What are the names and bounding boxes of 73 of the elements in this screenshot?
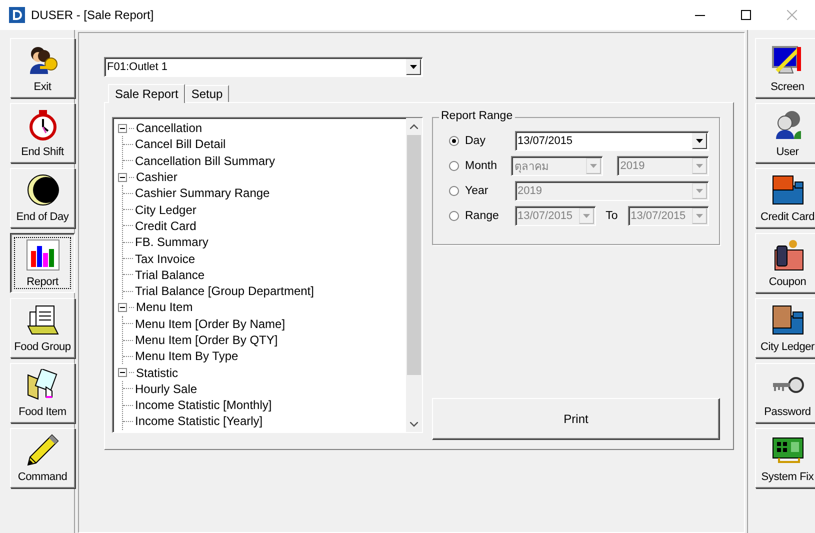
folder-photo-icon (770, 304, 804, 336)
toolbar-button[interactable]: End of Day (10, 168, 75, 228)
tree-item[interactable]: FB. Summary (135, 235, 208, 250)
caret-icon (696, 214, 703, 218)
group-title: Report Range (439, 110, 515, 122)
toolbar-button[interactable]: Screen (755, 38, 815, 98)
dropdown-field[interactable]: F01:Outlet 1 (104, 57, 423, 77)
window-title: DUSER - [Sale Report] (31, 8, 155, 22)
toolbar-button[interactable]: Command (10, 428, 75, 488)
tree-item[interactable]: Income Statistic [Yearly] (135, 414, 263, 428)
tab[interactable]: Sale Report (108, 84, 186, 103)
toolbar-button[interactable]: Food Item (10, 363, 75, 423)
collapse-icon[interactable] (118, 124, 127, 133)
tree-item[interactable]: Menu Item By Type (135, 349, 238, 364)
toolbar-button[interactable]: Credit Card (755, 168, 815, 228)
tree-item[interactable]: Cashier Summary Range (135, 186, 270, 200)
tree-item[interactable]: Hourly Sale (135, 382, 198, 396)
alarm-clock-icon (28, 109, 58, 141)
scrollbar[interactable] (406, 118, 422, 432)
tree-group-label[interactable]: Cancellation (136, 121, 202, 136)
toolbar-button[interactable]: Password (755, 363, 815, 423)
folder-card-icon (770, 174, 804, 206)
caret-icon (696, 139, 703, 143)
print-button[interactable]: Print (432, 398, 720, 440)
caret-icon (696, 164, 703, 168)
caret-icon (696, 189, 703, 193)
radio-button[interactable]: Day (449, 135, 514, 147)
collapse-icon[interactable] (118, 368, 127, 378)
caret-icon (590, 164, 598, 168)
moon-icon (26, 174, 58, 206)
tree-item[interactable]: Tax Invoice (135, 252, 196, 266)
tree-item[interactable]: Cancellation Bill Summary (135, 154, 276, 168)
circuit-board-icon (770, 436, 804, 464)
bar-chart-icon (26, 239, 60, 271)
tree-item[interactable]: Credit Card (135, 218, 196, 233)
tree-group-label[interactable]: Cashier (136, 170, 178, 184)
minimize-icon (695, 14, 705, 16)
caret-icon (410, 65, 417, 69)
toolbar-button[interactable]: Food Group (10, 298, 75, 358)
tree-item[interactable]: Trial Balance [Group Department] (135, 284, 314, 298)
tree-item[interactable]: City Ledger (135, 202, 196, 217)
app-logo-icon (9, 7, 25, 23)
dropdown-button[interactable] (406, 59, 421, 75)
dropdown-field[interactable]: 13/07/2015 (514, 131, 709, 151)
tree-group-label[interactable]: Statistic (136, 366, 178, 380)
close-icon (787, 10, 797, 20)
toolbar-button[interactable]: End Shift (10, 103, 75, 163)
tree-item[interactable]: Trial Balance (135, 268, 205, 282)
toolbar-button[interactable]: Report (10, 233, 75, 293)
collapse-icon[interactable] (118, 172, 127, 182)
tab[interactable]: Setup (185, 85, 229, 102)
folder-document-icon (26, 304, 60, 336)
pencil-icon (26, 433, 60, 467)
toolbar-button[interactable]: User (755, 103, 815, 163)
tree-item[interactable]: Menu Item [Order By Name] (135, 316, 286, 331)
collapse-icon[interactable] (118, 302, 127, 312)
dropdown-button[interactable] (692, 133, 707, 149)
folder-hand-icon (26, 369, 60, 401)
toolbar-button[interactable]: Coupon (755, 233, 815, 293)
toolbar-button[interactable]: System Fix (755, 428, 815, 488)
radio-button[interactable]: Range (449, 210, 514, 222)
toolbar-button[interactable]: City Ledger (755, 298, 815, 358)
key-icon (770, 375, 804, 395)
toolbar-button[interactable]: Exit (10, 38, 75, 98)
tree-item[interactable]: Cancel Bill Detail (135, 137, 226, 152)
caret-icon (582, 214, 590, 218)
radio-button[interactable]: Year (449, 185, 514, 197)
tree-item[interactable]: Menu Item [Order By QTY] (135, 333, 278, 347)
radio-button[interactable]: Month (449, 160, 512, 172)
tree-group-label[interactable]: Menu Item (136, 300, 193, 314)
maximize-icon (741, 10, 751, 20)
range-separator: To (604, 210, 619, 222)
tree-item[interactable]: Income Statistic [Monthly] (135, 398, 272, 412)
